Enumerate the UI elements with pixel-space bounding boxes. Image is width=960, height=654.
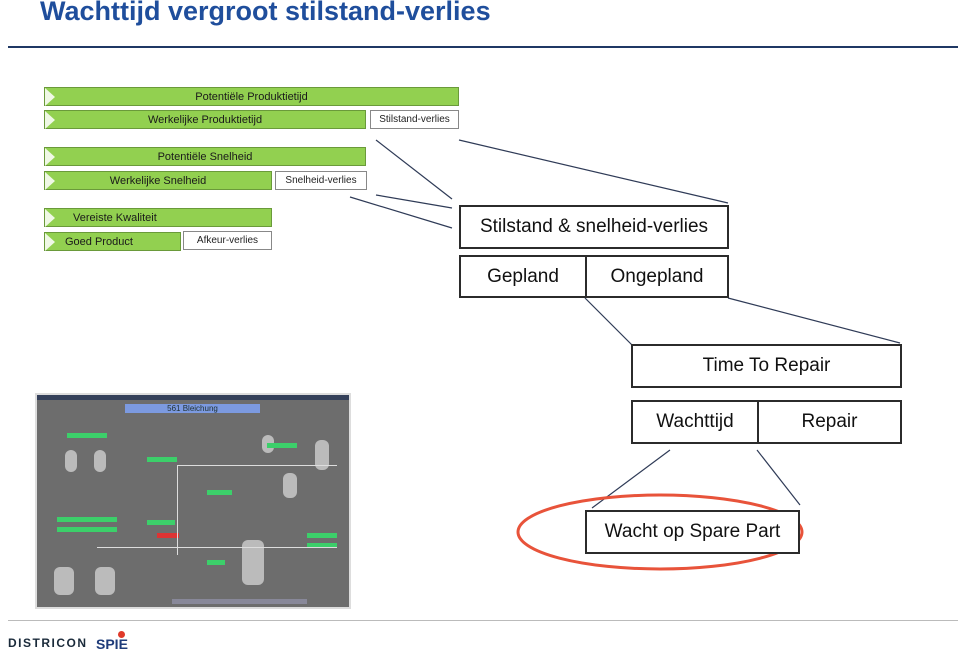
scada-title: 561 Bleichung [125,404,260,413]
spie-logo: SPIE [96,631,128,652]
districon-logo: DISTRICON [8,636,88,650]
box-wait-spare-part: Wacht op Spare Part [585,510,800,554]
bottom-divider [8,620,958,621]
box-time-to-repair: Time To Repair [631,344,902,388]
box-unplanned: Ongepland [585,255,729,298]
box-planned: Gepland [459,255,587,298]
box-wait-time: Wachttijd [631,400,759,444]
box-downtime-speed-loss: Stilstand & snelheid-verlies [459,205,729,249]
scada-screenshot: 561 Bleichung [35,393,351,609]
box-repair: Repair [757,400,902,444]
